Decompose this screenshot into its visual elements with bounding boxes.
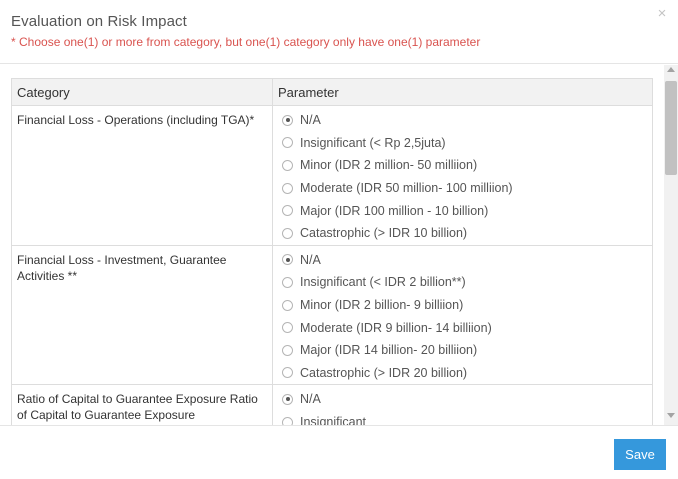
parameter-option-label: Minor (IDR 2 million- 50 milliion)	[300, 158, 478, 173]
scroll-down-arrow-icon[interactable]	[667, 413, 675, 418]
parameter-option-label: N/A	[300, 252, 321, 267]
radio-button[interactable]	[282, 393, 293, 405]
parameter-option-label: Moderate (IDR 50 million- 100 milliion)	[300, 181, 513, 196]
parameter-option-label: N/A	[300, 392, 321, 407]
parameter-option-label: Insignificant	[300, 415, 367, 425]
column-header-parameter: Parameter	[272, 78, 653, 106]
radio-button[interactable]	[282, 137, 293, 149]
radio-button[interactable]	[282, 344, 293, 356]
parameter-option[interactable]: Insignificant (< IDR 2 billion**)	[282, 271, 647, 294]
category-cell: Financial Loss - Operations (including T…	[11, 105, 273, 246]
parameter-cell: N/A Insignificant (< IDR 2 billion**) Mino…	[272, 244, 653, 386]
radio-button[interactable]	[282, 416, 293, 425]
parameter-option-label: Insignificant (< IDR 2 billion**)	[300, 275, 466, 290]
scroll-up-arrow-icon[interactable]	[667, 67, 675, 72]
parameter-option-label: Major (IDR 100 million - 10 billion)	[300, 203, 489, 218]
table-row: Financial Loss - Operations (including T…	[11, 105, 653, 246]
parameter-option[interactable]: Insignificant (< Rp 2,5juta)	[282, 132, 647, 155]
parameter-option[interactable]: Moderate (IDR 9 billion- 14 billiion)	[282, 316, 647, 339]
risk-impact-table: Category Parameter Financial Loss - Oper…	[11, 78, 653, 425]
radio-button[interactable]	[282, 205, 293, 217]
parameter-option-label: Minor (IDR 2 billion- 9 billiion)	[300, 298, 464, 313]
parameter-option[interactable]: Major (IDR 14 billion- 20 billiion)	[282, 339, 647, 362]
parameter-option[interactable]: N/A	[282, 388, 647, 411]
modal-footer: Save	[0, 425, 678, 479]
risk-impact-table-wrapper: Category Parameter Financial Loss - Oper…	[11, 78, 653, 425]
table-row: Financial Loss - Investment, Guarantee A…	[11, 244, 653, 386]
parameter-option[interactable]: Moderate (IDR 50 million- 100 milliion)	[282, 177, 647, 200]
parameter-option[interactable]: Minor (IDR 2 billion- 9 billiion)	[282, 294, 647, 317]
table-header-row: Category Parameter	[11, 78, 653, 106]
parameter-option[interactable]: Catastrophic (> IDR 20 billion)	[282, 362, 647, 385]
close-icon[interactable]: ×	[655, 6, 669, 22]
parameter-option[interactable]: Major (IDR 100 million - 10 billion)	[282, 199, 647, 222]
parameter-option-label: Major (IDR 14 billion- 20 billiion)	[300, 343, 478, 358]
parameter-cell: N/A Insignificant (< Rp 2,5juta) Minor (ID…	[272, 105, 653, 246]
scrollbar-thumb[interactable]	[665, 81, 677, 175]
parameter-option-label: Catastrophic (> IDR 20 billion)	[300, 365, 468, 380]
modal-header: Evaluation on Risk Impact * Choose one(1…	[0, 0, 678, 64]
parameter-option[interactable]: Insignificant	[282, 411, 647, 425]
table-body: Financial Loss - Operations (including T…	[11, 105, 653, 425]
radio-button[interactable]	[282, 322, 293, 334]
modal-body: Category Parameter Financial Loss - Oper…	[0, 65, 678, 425]
parameter-cell: N/A Insignificant	[272, 384, 653, 425]
radio-button[interactable]	[282, 227, 293, 239]
modal-title: Evaluation on Risk Impact	[11, 13, 187, 30]
parameter-option[interactable]: Minor (IDR 2 million- 50 milliion)	[282, 154, 647, 177]
parameter-option-label: Catastrophic (> IDR 10 billion)	[300, 226, 468, 241]
vertical-scrollbar[interactable]	[664, 65, 678, 425]
parameter-option[interactable]: N/A	[282, 109, 647, 132]
parameter-option-label: Insignificant (< Rp 2,5juta)	[300, 135, 446, 150]
radio-button[interactable]	[282, 299, 293, 311]
radio-button[interactable]	[282, 276, 293, 288]
parameter-option-label: Moderate (IDR 9 billion- 14 billiion)	[300, 320, 492, 335]
parameter-option-label: N/A	[300, 113, 321, 128]
radio-button[interactable]	[282, 159, 293, 171]
save-button[interactable]: Save	[614, 439, 666, 470]
parameter-option[interactable]: Catastrophic (> IDR 10 billion)	[282, 222, 647, 245]
category-cell: Ratio of Capital to Guarantee Exposure R…	[11, 384, 273, 425]
modal-subtitle: * Choose one(1) or more from category, b…	[11, 35, 481, 49]
radio-button[interactable]	[282, 254, 293, 266]
radio-button[interactable]	[282, 114, 293, 126]
radio-button[interactable]	[282, 182, 293, 194]
parameter-option[interactable]: N/A	[282, 249, 647, 272]
category-cell: Financial Loss - Investment, Guarantee A…	[11, 244, 273, 386]
radio-button[interactable]	[282, 367, 293, 379]
table-row: Ratio of Capital to Guarantee Exposure R…	[11, 384, 653, 425]
column-header-category: Category	[11, 78, 273, 106]
